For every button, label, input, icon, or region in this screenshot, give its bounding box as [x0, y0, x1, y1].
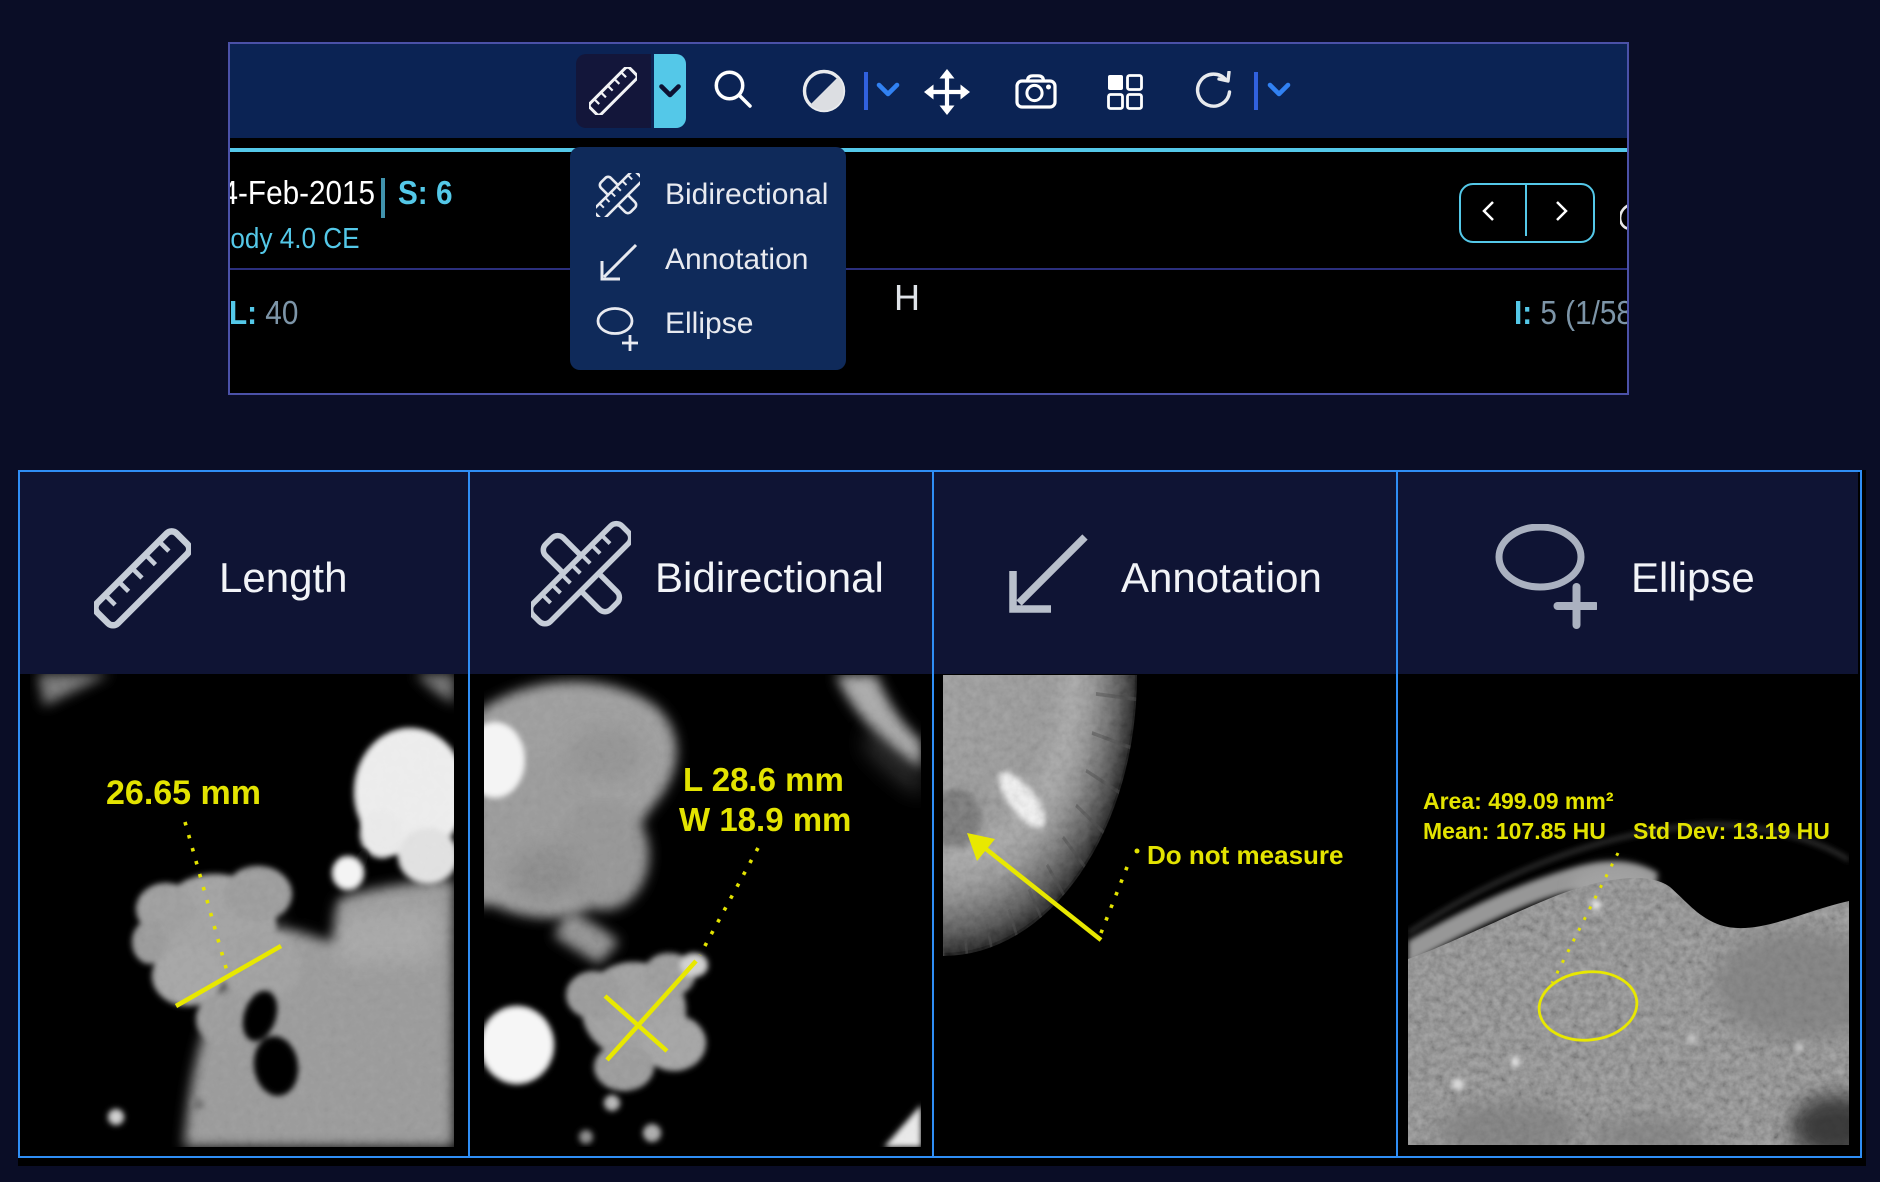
- svg-text:L 28.6 mm: L 28.6 mm: [683, 761, 844, 798]
- svg-text:Area: 499.09 mm²: Area: 499.09 mm²: [1423, 788, 1614, 814]
- svg-text:26.65 mm: 26.65 mm: [106, 774, 261, 812]
- svg-text:Do not measure: Do not measure: [1147, 840, 1344, 870]
- svg-text:Std Dev: 13.19 HU: Std Dev: 13.19 HU: [1633, 818, 1830, 844]
- svg-text:Mean: 107.85 HU: Mean: 107.85 HU: [1423, 818, 1606, 844]
- svg-text:W 18.9 mm: W 18.9 mm: [679, 801, 851, 838]
